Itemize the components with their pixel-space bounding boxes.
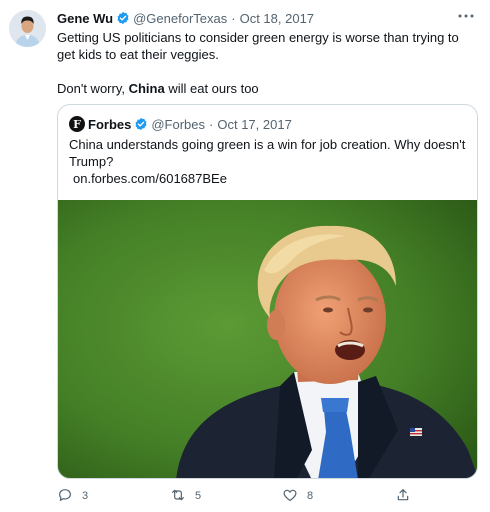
reply-icon [57,487,73,506]
share-icon [395,487,411,506]
tweet-text-bold: China [128,81,165,96]
author-name[interactable]: Gene Wu [57,11,113,26]
tweet-text-suffix: will eat ours too [164,81,259,96]
reply-count: 3 [82,490,89,502]
tweet-text-line1: Getting US politicians to consider green… [57,30,459,62]
avatar[interactable] [9,10,46,47]
retweet-icon [170,487,186,506]
share-button[interactable] [395,487,411,505]
separator-dot: · [231,10,236,26]
tweet-header: Gene Wu @GeneforTexas · Oct 18, 2017 [57,9,314,27]
quoted-text-body: China understands going green is a win f… [69,137,466,169]
author-handle[interactable]: @GeneforTexas [133,11,227,26]
like-button[interactable]: 8 [282,487,313,505]
quoted-text: China understands going green is a win f… [69,136,469,187]
quoted-header: F Forbes @Forbes · Oct 17, 2017 [69,115,292,133]
tweet-text: Getting US politicians to consider green… [57,29,475,97]
retweet-count: 5 [195,490,202,502]
retweet-button[interactable]: 5 [170,487,201,505]
separator-dot: · [209,116,214,132]
quoted-tweet[interactable]: F Forbes @Forbes · Oct 17, 2017 China un… [57,104,478,479]
heart-icon [282,487,298,506]
tweet-text-prefix: Don't worry, [57,81,129,96]
quoted-author-name[interactable]: Forbes [88,117,131,132]
quoted-avatar[interactable]: F [69,116,85,132]
tweet-date[interactable]: Oct 18, 2017 [240,11,314,26]
more-options-icon[interactable] [456,8,476,24]
reply-button[interactable]: 3 [57,487,88,505]
action-bar: 3 5 8 [57,487,477,505]
quoted-date[interactable]: Oct 17, 2017 [217,117,291,132]
like-count: 8 [307,490,314,502]
tweet-text-line2: Don't worry, China will eat ours too [57,80,475,97]
quoted-handle[interactable]: @Forbes [151,117,205,132]
quoted-link[interactable]: on.forbes.com/601687BEe [73,170,469,187]
verified-badge-icon [116,11,130,25]
quoted-photo[interactable] [58,200,477,478]
verified-badge-icon [134,117,148,131]
tweet[interactable]: Gene Wu @GeneforTexas · Oct 18, 2017 Get… [0,0,490,512]
